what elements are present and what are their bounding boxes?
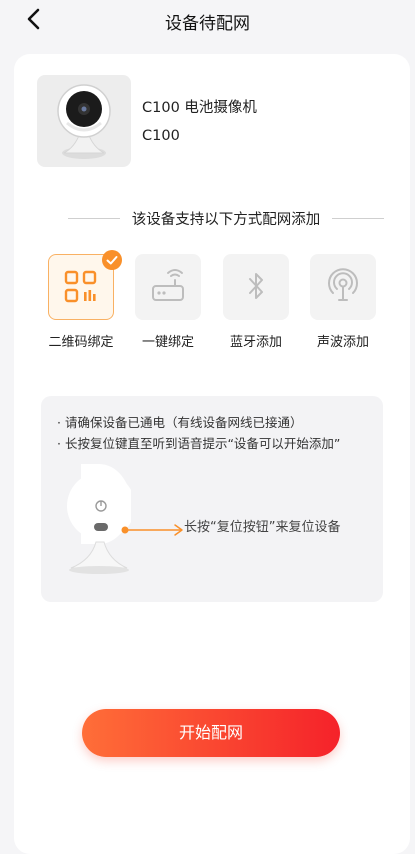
method-bluetooth[interactable]	[223, 254, 289, 320]
method-label-qr: 二维码绑定	[48, 335, 114, 350]
device-thumbnail	[37, 75, 131, 167]
arrow-right-icon	[121, 524, 183, 536]
bluetooth-icon	[249, 273, 263, 299]
camera-back-icon	[67, 464, 135, 574]
method-label-bluetooth: 蓝牙添加	[229, 335, 282, 350]
section-divider: 该设备支持以下方式配网添加	[68, 207, 384, 229]
device-name: C100 电池摄像机	[142, 100, 257, 116]
tip-reset: · 长按复位键直至听到语音提示“设备可以开始添加”	[57, 436, 341, 451]
method-one-key[interactable]	[135, 254, 201, 320]
divider-line-right	[332, 217, 384, 219]
tips-box: · 请确保设备已通电（有线设备网线已接通） · 长按复位键直至听到语音提示“设备…	[41, 396, 383, 602]
selected-check-badge	[102, 250, 122, 270]
section-title: 该设备支持以下方式配网添加	[131, 211, 321, 228]
start-network-button[interactable]: 开始配网	[82, 709, 340, 757]
method-sound-wave[interactable]	[310, 254, 376, 320]
camera-icon	[57, 84, 111, 159]
method-label-sound-wave: 声波添加	[316, 335, 369, 350]
header: 设备待配网	[0, 0, 415, 40]
sound-wave-icon	[328, 268, 358, 301]
checkmark-icon	[106, 256, 118, 265]
device-model: C100	[142, 128, 180, 144]
camera-reset-illustration	[61, 464, 135, 576]
divider-line-left	[68, 217, 120, 219]
main-card: C100 电池摄像机 C100 该设备支持以下方式配网添加 二维码绑定 一键绑定…	[14, 54, 410, 854]
router-icon	[152, 269, 184, 301]
page-title: 设备待配网	[165, 14, 250, 34]
method-label-one-key: 一键绑定	[141, 335, 194, 350]
reset-arrow	[121, 522, 193, 536]
reset-hint: 长按“复位按钮”来复位设备	[184, 520, 341, 535]
tip-power: · 请确保设备已通电（有线设备网线已接通）	[57, 415, 303, 430]
